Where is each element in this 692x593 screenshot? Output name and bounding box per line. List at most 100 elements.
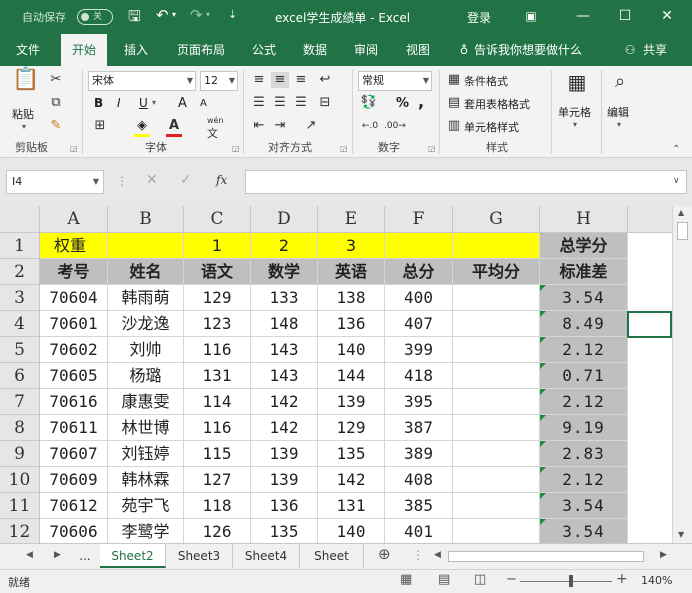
cell-f5[interactable]: 399 xyxy=(385,337,453,363)
editing-dropdown-icon[interactable]: ▾ xyxy=(617,120,621,129)
row-header-1[interactable]: 1 xyxy=(0,233,40,259)
cell-f3[interactable]: 400 xyxy=(385,285,453,311)
align-middle-icon[interactable]: ≡ xyxy=(271,72,289,88)
cell-d8[interactable]: 142 xyxy=(251,415,318,441)
column-header-e[interactable]: E xyxy=(318,206,385,233)
cell-d11[interactable]: 136 xyxy=(251,493,318,519)
cell-b6[interactable]: 杨璐 xyxy=(108,363,184,389)
row-header-5[interactable]: 5 xyxy=(0,337,40,363)
horizontal-scroll-thumb[interactable] xyxy=(448,551,644,562)
tell-me-search[interactable]: 告诉我你想要做什么 xyxy=(474,34,582,66)
align-top-icon[interactable]: ≡ xyxy=(250,72,268,88)
increase-decimal-icon[interactable]: ←.0 xyxy=(360,118,380,134)
row-header-12[interactable]: 12 xyxy=(0,519,40,543)
collapse-ribbon-icon[interactable]: ⌃ xyxy=(672,144,680,155)
cell-h11[interactable]: 3.54 xyxy=(540,493,628,519)
cell-d2[interactable]: 数学 xyxy=(251,259,318,285)
column-header-a[interactable]: A xyxy=(40,206,108,233)
page-layout-view-icon[interactable]: ▤ xyxy=(438,572,450,587)
share-button[interactable]: 共享 xyxy=(640,34,670,66)
cell-g1[interactable] xyxy=(453,233,540,259)
copy-icon[interactable]: ⧉ xyxy=(48,95,64,111)
cell-d10[interactable]: 139 xyxy=(251,467,318,493)
insert-function-button[interactable]: fx xyxy=(216,173,227,187)
add-sheet-icon[interactable]: ⊕ xyxy=(378,545,391,563)
cell-c9[interactable]: 115 xyxy=(184,441,251,467)
cell-d5[interactable]: 143 xyxy=(251,337,318,363)
expand-formula-bar-icon[interactable]: ∨ xyxy=(673,176,680,186)
formula-input[interactable] xyxy=(245,170,687,194)
tab-insert[interactable]: 插入 xyxy=(113,34,159,66)
cell-g7[interactable] xyxy=(453,389,540,415)
cell-d4[interactable]: 148 xyxy=(251,311,318,337)
cell-b8[interactable]: 林世博 xyxy=(108,415,184,441)
cell-h7[interactable]: 2.12 xyxy=(540,389,628,415)
cell-c10[interactable]: 127 xyxy=(184,467,251,493)
tab-data[interactable]: 数据 xyxy=(293,34,337,66)
phonetic-guide-button[interactable]: wén 文 xyxy=(207,116,224,141)
cell-a8[interactable]: 70611 xyxy=(40,415,108,441)
cell-a2[interactable]: 考号 xyxy=(40,259,108,285)
cell-d7[interactable]: 142 xyxy=(251,389,318,415)
tab-home[interactable]: 开始 xyxy=(61,34,107,66)
cell-f4[interactable]: 407 xyxy=(385,311,453,337)
paste-icon[interactable]: 📋 xyxy=(12,69,39,98)
find-search-icon[interactable]: ⌕ xyxy=(608,73,632,91)
cell-d12[interactable]: 135 xyxy=(251,519,318,543)
percent-button[interactable]: % xyxy=(396,96,409,111)
cancel-icon[interactable]: ✕ xyxy=(146,172,158,188)
cell-a6[interactable]: 70605 xyxy=(40,363,108,389)
cell-c6[interactable]: 131 xyxy=(184,363,251,389)
cell-styles-button[interactable]: 单元格样式 xyxy=(464,119,519,135)
cell-c3[interactable]: 129 xyxy=(184,285,251,311)
column-header-i[interactable] xyxy=(628,206,672,233)
scroll-down-icon[interactable]: ▼ xyxy=(678,530,684,539)
row-header-10[interactable]: 10 xyxy=(0,467,40,493)
row-header-7[interactable]: 7 xyxy=(0,389,40,415)
conditional-formatting-button[interactable]: 条件格式 xyxy=(464,73,508,89)
login-link[interactable]: 登录 xyxy=(467,9,491,26)
cell-h6[interactable]: 0.71 xyxy=(540,363,628,389)
enter-check-icon[interactable]: ✓ xyxy=(180,172,192,188)
row-header-3[interactable]: 3 xyxy=(0,285,40,311)
clipboard-launcher-icon[interactable]: ◲ xyxy=(70,144,78,153)
wrap-text-icon[interactable]: ↩ xyxy=(316,72,334,88)
column-header-h[interactable]: H xyxy=(540,206,628,233)
maximize-button[interactable]: ☐ xyxy=(610,4,640,28)
grow-font-button[interactable]: A xyxy=(178,96,187,111)
italic-button[interactable]: I xyxy=(117,96,121,110)
cell-f2[interactable]: 总分 xyxy=(385,259,453,285)
cell-e2[interactable]: 英语 xyxy=(318,259,385,285)
increase-indent-icon[interactable]: ⇥ xyxy=(271,118,289,134)
shrink-font-button[interactable]: A xyxy=(200,98,207,109)
align-right-icon[interactable]: ☰ xyxy=(292,95,310,111)
tab-file[interactable]: 文件 xyxy=(6,34,50,66)
tab-view[interactable]: 视图 xyxy=(396,34,440,66)
cell-b10[interactable]: 韩林霖 xyxy=(108,467,184,493)
cell-c2[interactable]: 语文 xyxy=(184,259,251,285)
font-name-select[interactable]: 宋体 ▼ xyxy=(88,71,196,91)
cell-a11[interactable]: 70612 xyxy=(40,493,108,519)
cell-e8[interactable]: 129 xyxy=(318,415,385,441)
scroll-right-icon[interactable]: ▶ xyxy=(660,550,667,560)
column-header-b[interactable]: B xyxy=(108,206,184,233)
decrease-decimal-icon[interactable]: .00→ xyxy=(384,118,406,134)
cell-f1[interactable] xyxy=(385,233,453,259)
cell-f8[interactable]: 387 xyxy=(385,415,453,441)
cell-a7[interactable]: 70616 xyxy=(40,389,108,415)
autosave-toggle[interactable]: 关 xyxy=(77,9,113,25)
accounting-format-icon[interactable]: 💱 xyxy=(360,95,378,111)
cell-g9[interactable] xyxy=(453,441,540,467)
cell-a10[interactable]: 70609 xyxy=(40,467,108,493)
cell-c11[interactable]: 118 xyxy=(184,493,251,519)
paste-button[interactable]: 粘贴 xyxy=(12,106,34,122)
cell-h3[interactable]: 3.54 xyxy=(540,285,628,311)
cell-c12[interactable]: 126 xyxy=(184,519,251,543)
font-launcher-icon[interactable]: ◲ xyxy=(232,144,240,153)
cell-d9[interactable]: 139 xyxy=(251,441,318,467)
cell-b7[interactable]: 康惠雯 xyxy=(108,389,184,415)
cell-c8[interactable]: 116 xyxy=(184,415,251,441)
column-header-d[interactable]: D xyxy=(251,206,318,233)
cell-e3[interactable]: 138 xyxy=(318,285,385,311)
minimize-button[interactable]: — xyxy=(568,4,598,28)
